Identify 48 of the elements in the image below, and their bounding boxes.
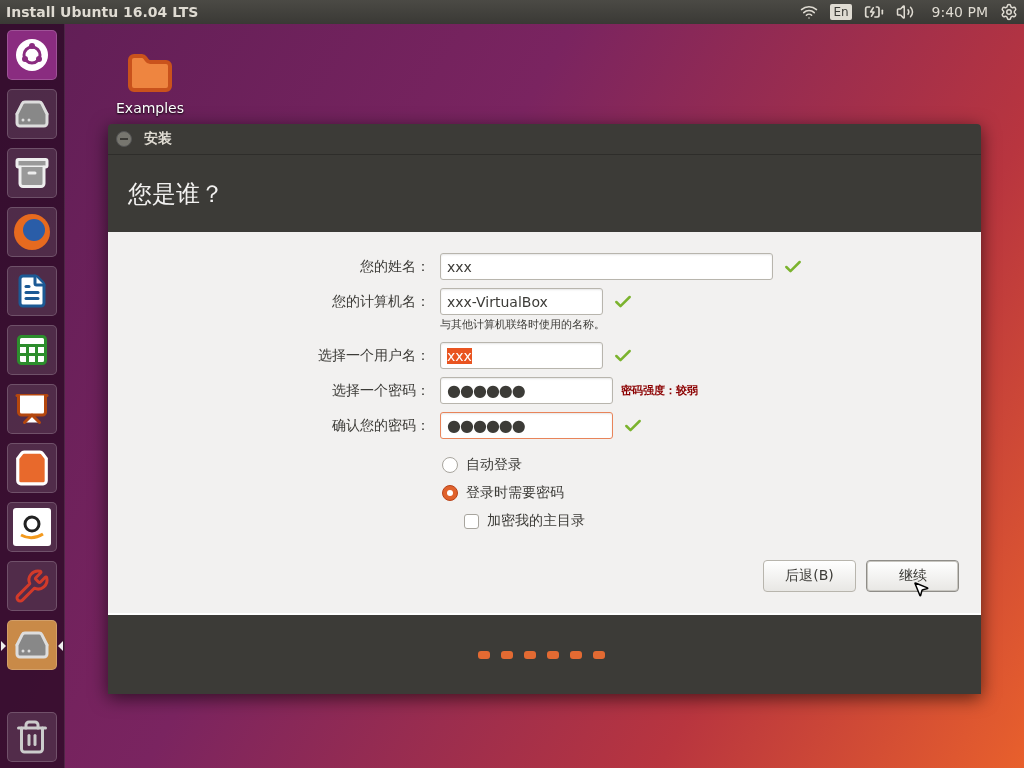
field-label: 您的计算机名： bbox=[331, 292, 430, 311]
wifi-icon[interactable] bbox=[800, 3, 819, 21]
launcher-item[interactable] bbox=[7, 148, 57, 198]
launcher-item[interactable] bbox=[7, 325, 57, 375]
field-label: 选择一个密码： bbox=[331, 381, 430, 400]
clock[interactable]: 9:40 PM bbox=[931, 4, 988, 20]
wrench-icon bbox=[14, 568, 50, 604]
password-strength: 密码强度：较弱 bbox=[621, 383, 698, 398]
launcher-item[interactable] bbox=[7, 443, 57, 493]
launcher-item[interactable] bbox=[7, 712, 57, 762]
window-title: 安装 bbox=[144, 130, 172, 148]
page-heading: 您是谁？ bbox=[128, 178, 224, 210]
launcher-item[interactable] bbox=[7, 384, 57, 434]
active-indicator-icon bbox=[1, 641, 6, 651]
option-label[interactable]: 加密我的主目录 bbox=[487, 512, 585, 530]
trash-icon bbox=[14, 719, 50, 755]
active-indicator-icon bbox=[58, 641, 63, 651]
option-label[interactable]: 登录时需要密码 bbox=[466, 484, 564, 502]
cabinet-icon bbox=[14, 155, 50, 191]
radio-button[interactable] bbox=[442, 485, 458, 501]
checkbox[interactable] bbox=[464, 513, 479, 529]
settings-icon[interactable] bbox=[1000, 3, 1018, 21]
window-title: Install Ubuntu 16.04 LTS bbox=[6, 4, 200, 20]
field-label: 确认您的密码： bbox=[331, 416, 430, 435]
launcher-item[interactable] bbox=[7, 30, 57, 80]
input-field[interactable]: xxx bbox=[440, 342, 603, 369]
field-label: 选择一个用户名： bbox=[317, 346, 430, 365]
option-label[interactable]: 自动登录 bbox=[466, 456, 522, 474]
back-button[interactable]: 后退(B) bbox=[763, 560, 856, 592]
launcher-item[interactable] bbox=[7, 266, 57, 316]
input-field[interactable]: ●●●●●● bbox=[440, 412, 613, 439]
launcher-item[interactable] bbox=[7, 89, 57, 139]
presentation-icon bbox=[14, 391, 50, 427]
field-label: 您的姓名： bbox=[359, 257, 430, 276]
close-button[interactable] bbox=[116, 131, 132, 147]
radio-button[interactable] bbox=[442, 457, 458, 473]
mouse-pointer-icon bbox=[912, 580, 930, 598]
input-field[interactable]: ●●●●●● bbox=[440, 377, 613, 404]
spreadsheet-icon bbox=[14, 332, 50, 368]
keyboard-layout-indicator[interactable]: En bbox=[830, 4, 852, 20]
desktop-icon-label[interactable]: Examples bbox=[116, 100, 185, 116]
input-field[interactable]: xxx-VirtualBox bbox=[440, 288, 603, 315]
continue-button[interactable]: 继续 bbox=[866, 560, 959, 592]
field-hint: 与其他计算机联络时使用的名称。 bbox=[440, 317, 606, 332]
volume-icon[interactable] bbox=[895, 3, 914, 21]
input-field[interactable]: xxx bbox=[440, 253, 773, 280]
launcher-item[interactable] bbox=[7, 502, 57, 552]
circle-logo-icon bbox=[15, 38, 49, 72]
